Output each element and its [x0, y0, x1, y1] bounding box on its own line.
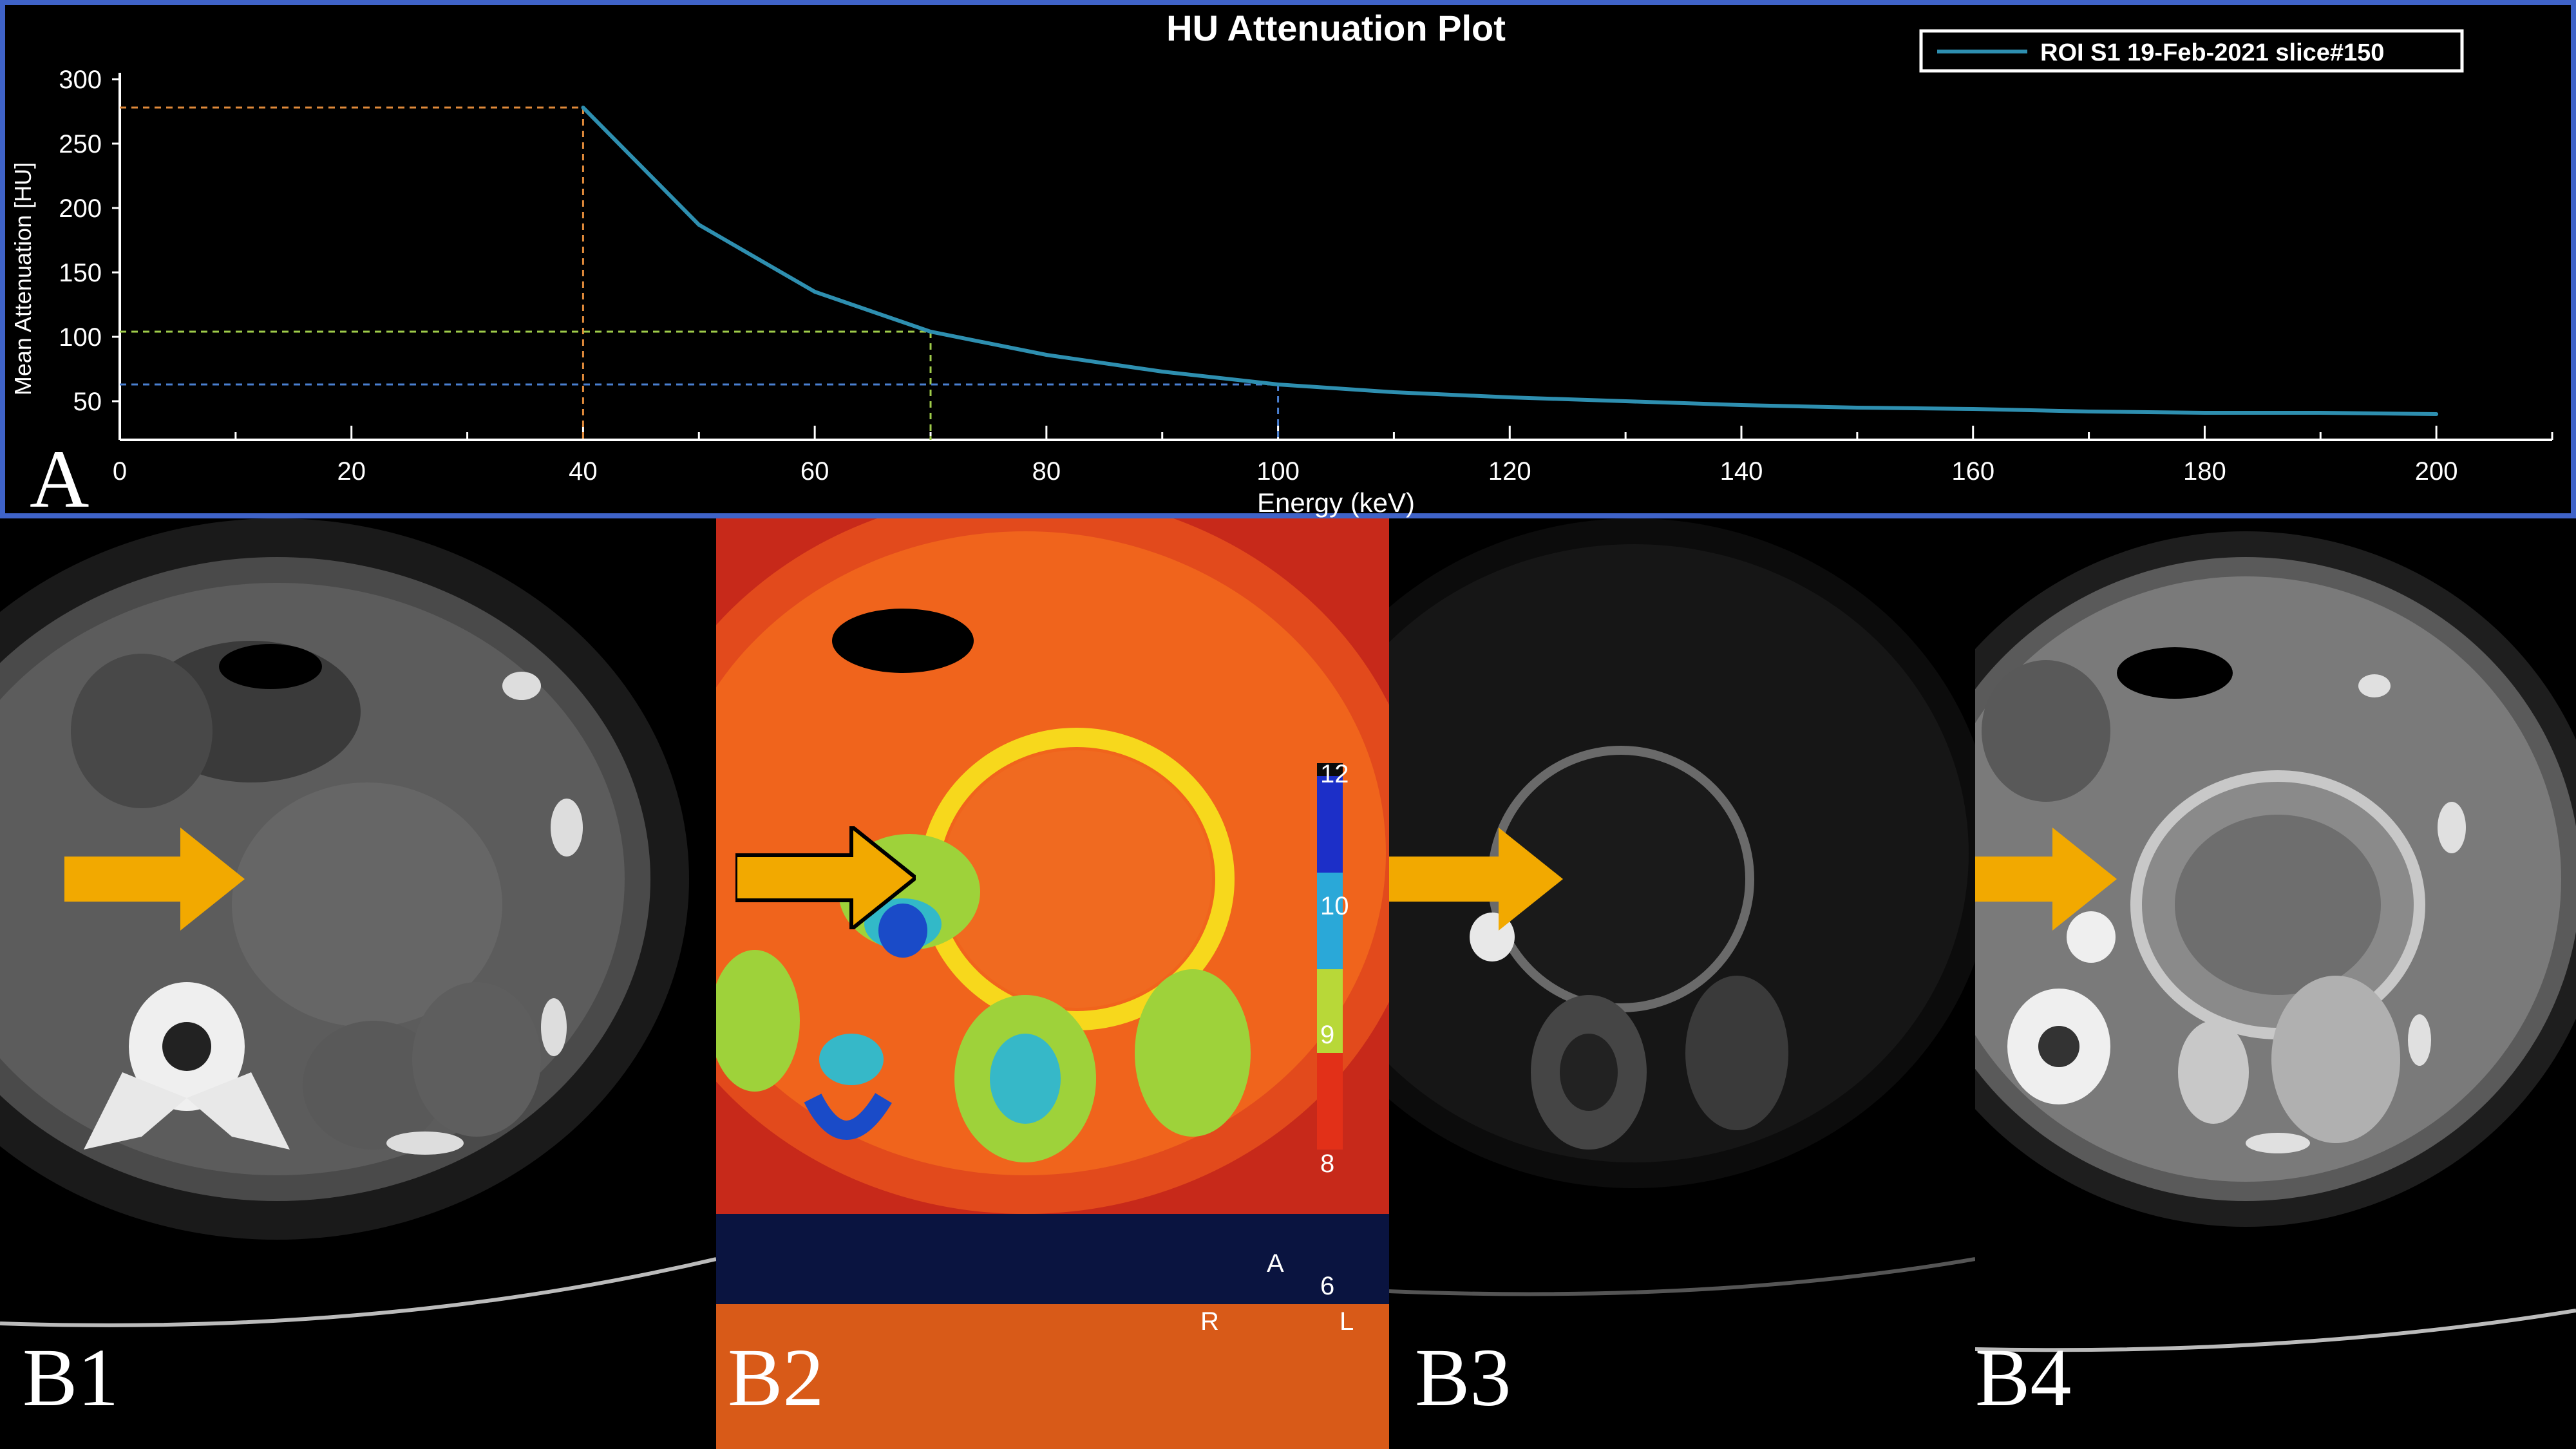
- x-tick-label: 60: [800, 457, 829, 486]
- data-point: [1044, 353, 1048, 357]
- data-point: [2318, 411, 2323, 415]
- data-point: [697, 223, 701, 227]
- x-tick-label: 180: [2183, 457, 2226, 486]
- colorbar-tick: 9: [1320, 1021, 1335, 1049]
- ct-image-b3: [1389, 518, 1975, 1296]
- x-tick-label: 120: [1488, 457, 1531, 486]
- right-arrow-icon: [64, 828, 245, 931]
- data-point: [2087, 410, 2091, 413]
- colorbar-tick: 12: [1320, 760, 1349, 788]
- colorbar-tick: 6: [1320, 1272, 1335, 1300]
- x-tick-label: 100: [1256, 457, 1300, 486]
- ct-image-b1: [0, 518, 716, 1327]
- data-series-line: [582, 106, 2437, 416]
- x-tick-label: 0: [113, 457, 127, 486]
- right-arrow-icon: [735, 826, 916, 929]
- panel-label-a: A: [30, 433, 90, 525]
- panel-label-b3: B3: [1415, 1332, 1511, 1423]
- x-axis-label: Energy (keV): [1257, 488, 1415, 518]
- data-point: [2434, 412, 2439, 416]
- y-tick-label: 300: [59, 66, 102, 94]
- data-point: [1739, 403, 1743, 407]
- legend-entry: ROI S1 19-Feb-2021 slice#150: [2040, 39, 2384, 66]
- y-tick-label: 250: [59, 130, 102, 158]
- data-point: [929, 330, 933, 334]
- data-point: [1392, 390, 1396, 394]
- ct-panel-b2: 12 10 9 8 6 A R L B2: [716, 518, 1389, 1449]
- panel-label-b1: B1: [23, 1332, 119, 1423]
- colorbar-tick: 10: [1320, 892, 1349, 920]
- data-point: [1624, 399, 1628, 403]
- data-point: [813, 290, 817, 294]
- chart-legend: ROI S1 19-Feb-2021 slice#150: [1919, 29, 2464, 73]
- data-point: [1971, 407, 1975, 411]
- chart-title: HU Attenuation Plot: [1166, 8, 1506, 48]
- data-point: [1276, 383, 1280, 386]
- orientation-marker-left: L: [1340, 1307, 1354, 1336]
- data-point: [581, 106, 585, 109]
- orientation-marker-anterior: A: [1267, 1249, 1284, 1278]
- data-point: [1855, 406, 1859, 410]
- orientation-marker-right: R: [1200, 1307, 1219, 1336]
- data-point: [1508, 395, 1512, 399]
- right-arrow-icon: [1389, 828, 1563, 931]
- panel-label-b4: B4: [1975, 1332, 2072, 1423]
- right-arrow-icon: [1975, 828, 2117, 931]
- x-tick-label: 40: [569, 457, 598, 486]
- data-point: [1160, 370, 1164, 374]
- ct-panel-b3: B3: [1389, 518, 1975, 1449]
- y-axis-label: Mean Attenuation [HU]: [10, 162, 36, 395]
- x-tick-label: 140: [1720, 457, 1763, 486]
- ct-panel-b1: B1: [0, 518, 716, 1449]
- x-tick-label: 160: [1951, 457, 1994, 486]
- y-tick-label: 150: [59, 259, 102, 287]
- colorbar-tick: 8: [1320, 1150, 1335, 1178]
- data-point: [2202, 411, 2207, 415]
- ct-image-b2: [716, 518, 1389, 1449]
- y-tick-label: 100: [59, 323, 102, 352]
- attenuation-plot-panel: HU Attenuation Plot 0 20 40 60 80 100 120 140 160…: [0, 0, 2576, 525]
- ct-panel-b4: B4: [1975, 518, 2576, 1449]
- y-tick-label: 50: [73, 388, 102, 416]
- ct-image-b4: [1975, 531, 2576, 1352]
- x-tick-label: 80: [1032, 457, 1061, 486]
- y-tick-label: 200: [59, 194, 102, 223]
- attenuation-chart: HU Attenuation Plot 0 20 40 60 80 100 120 140 160…: [10, 8, 2553, 518]
- x-tick-label: 20: [337, 457, 366, 486]
- x-tick-label: 200: [2415, 457, 2458, 486]
- panel-label-b2: B2: [728, 1332, 824, 1423]
